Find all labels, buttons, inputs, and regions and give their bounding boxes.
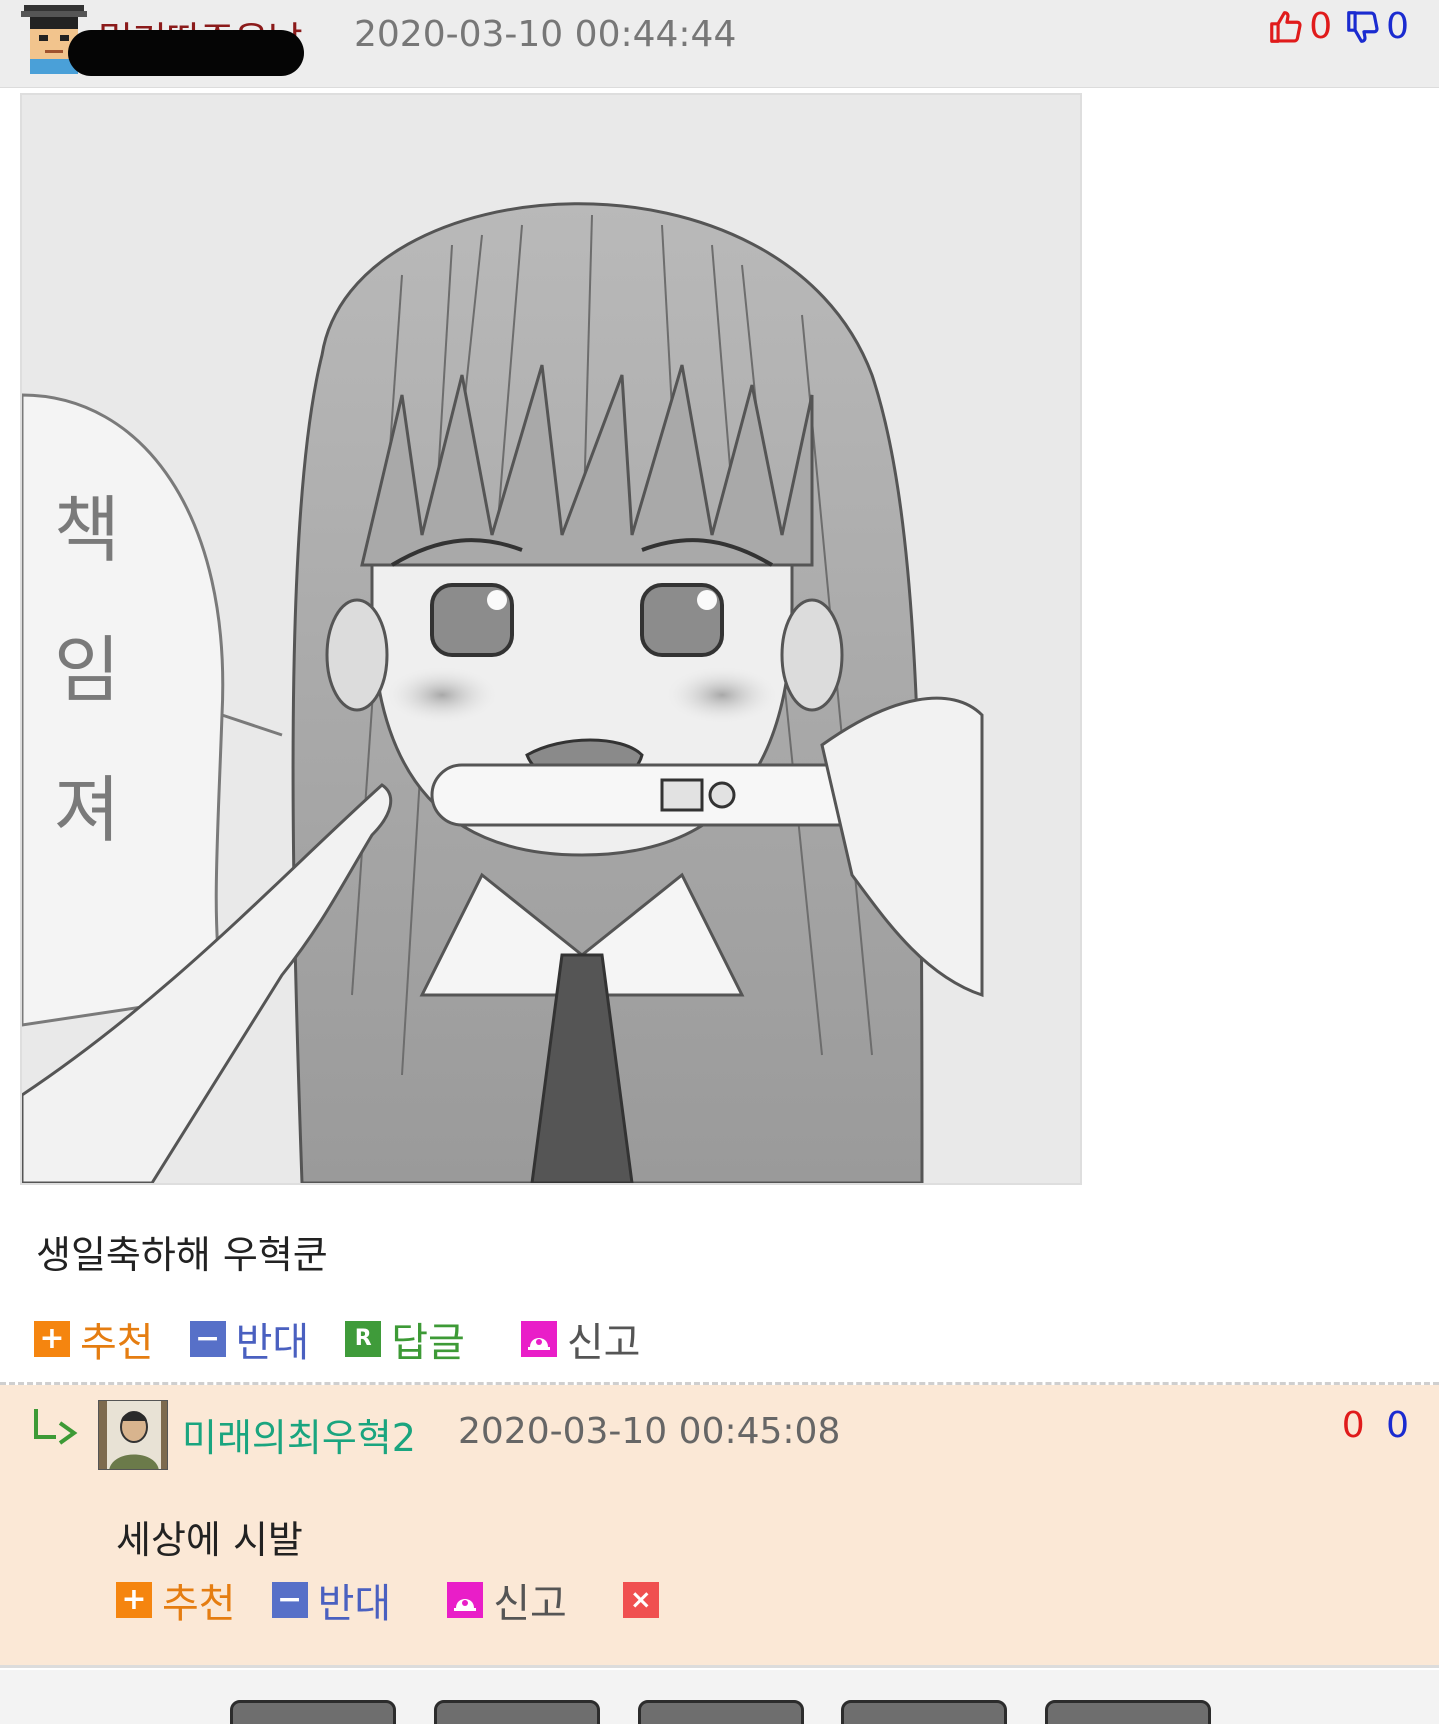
report-button[interactable]: 신고 bbox=[520, 1310, 641, 1368]
recommend-label: 추천 bbox=[80, 1320, 154, 1366]
reply-body: 세상에 시발 bbox=[116, 1518, 303, 1562]
recommend-button[interactable]: + 추천 bbox=[34, 1310, 154, 1368]
reply-upvote-count[interactable]: 0 bbox=[1342, 1405, 1365, 1446]
minus-icon: − bbox=[271, 1582, 308, 1618]
reply-recommend-button[interactable]: + 추천 bbox=[116, 1571, 236, 1629]
siren-icon bbox=[447, 1582, 484, 1618]
delete-button[interactable]: × bbox=[622, 1582, 669, 1618]
reply-downvote-count[interactable]: 0 bbox=[1386, 1405, 1409, 1446]
reply-label: 답글 bbox=[391, 1320, 465, 1366]
bottom-tab-bar bbox=[0, 1670, 1439, 1724]
comment-body: 생일축하해 우혁쿤 bbox=[36, 1233, 328, 1277]
reply-timestamp: 2020-03-10 00:45:08 bbox=[458, 1411, 841, 1452]
reply-recommend-label: 추천 bbox=[162, 1581, 236, 1627]
speech-char-1: 책 bbox=[54, 488, 120, 572]
comment-image: 책 임 져 bbox=[20, 93, 1082, 1185]
speech-char-2: 임 bbox=[54, 628, 120, 712]
reply-arrow-icon bbox=[34, 1409, 78, 1445]
close-icon: × bbox=[622, 1582, 659, 1618]
comment-timestamp: 2020-03-10 00:44:44 bbox=[354, 14, 737, 55]
reply-badge-icon: R bbox=[345, 1321, 382, 1357]
redaction-mark bbox=[68, 30, 304, 76]
minus-icon: − bbox=[189, 1321, 226, 1357]
reply-report-button[interactable]: 신고 bbox=[447, 1571, 567, 1629]
upvote-count: 0 bbox=[1309, 6, 1333, 47]
reply-button[interactable]: R 답글 bbox=[345, 1310, 465, 1368]
bottom-tab-3[interactable] bbox=[638, 1700, 804, 1724]
bottom-tab-2[interactable] bbox=[434, 1700, 600, 1724]
reply-report-label: 신고 bbox=[493, 1581, 567, 1627]
bottom-tab-1[interactable] bbox=[230, 1700, 396, 1724]
bottom-tab-4[interactable] bbox=[841, 1700, 1007, 1724]
reply-nickname[interactable]: 미래의최우혁2 bbox=[182, 1407, 416, 1462]
comment-votes: 0 0 bbox=[1267, 6, 1409, 47]
reply-avatar[interactable] bbox=[98, 1400, 168, 1470]
reply-oppose-button[interactable]: − 반대 bbox=[271, 1571, 392, 1629]
downvote-count: 0 bbox=[1386, 6, 1409, 47]
oppose-button[interactable]: − 반대 bbox=[189, 1310, 310, 1368]
siren-icon bbox=[520, 1321, 557, 1357]
comment-actions: + 추천 − 반대 R 답글 신고 bbox=[34, 1310, 676, 1368]
plus-icon: + bbox=[116, 1582, 152, 1618]
oppose-label: 반대 bbox=[235, 1320, 310, 1366]
reply-oppose-label: 반대 bbox=[317, 1581, 392, 1627]
thumbs-down-icon[interactable] bbox=[1344, 8, 1382, 46]
reply-comment: 미래의최우혁2 2020-03-10 00:45:08 0 0 세상에 시발 +… bbox=[0, 1385, 1439, 1668]
reply-actions: + 추천 − 반대 신고 × bbox=[116, 1571, 705, 1629]
bottom-tab-5[interactable] bbox=[1045, 1700, 1211, 1724]
plus-icon: + bbox=[34, 1321, 70, 1357]
speech-char-3: 져 bbox=[54, 768, 120, 852]
reply-votes: 0 0 bbox=[1342, 1405, 1409, 1446]
thumbs-up-icon[interactable] bbox=[1267, 8, 1305, 46]
report-label: 신고 bbox=[566, 1320, 641, 1366]
comment-header: 멀기딴주운날 2020-03-10 00:44:44 0 0 bbox=[0, 0, 1439, 88]
